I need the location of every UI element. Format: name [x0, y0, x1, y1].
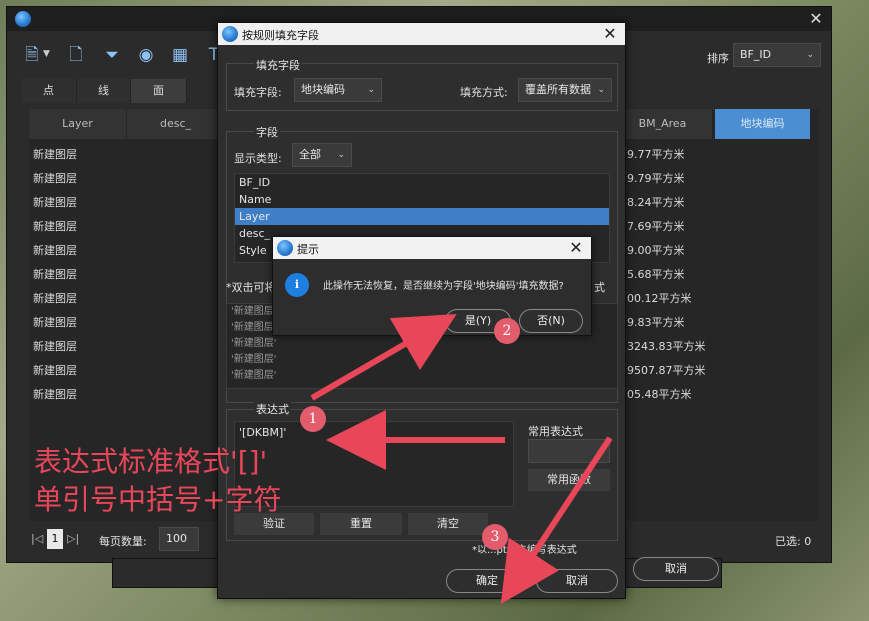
- arrow-to-ok: [500, 436, 613, 605]
- step-badge-1: 1: [300, 406, 326, 432]
- annotation-line-2: 单引号中括号+字符: [34, 483, 282, 516]
- annotation-arrows: [310, 313, 613, 605]
- step-badge-3: 3: [482, 524, 508, 550]
- annotation-line-1: 表达式标准格式'[]': [34, 445, 268, 478]
- step-badge-2: 2: [494, 318, 520, 344]
- arrow-to-yes: [310, 313, 457, 401]
